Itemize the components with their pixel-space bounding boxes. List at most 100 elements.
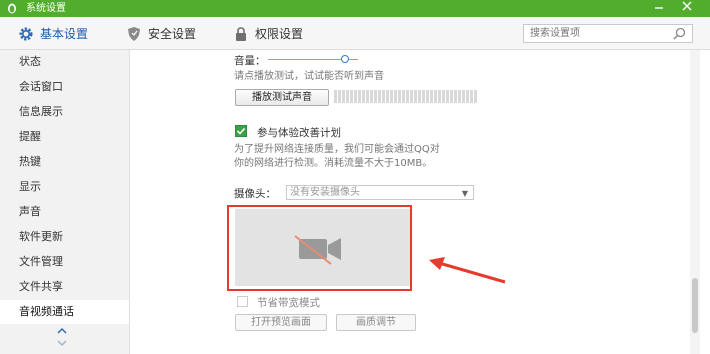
sidebar-item-label: 提醒 <box>19 130 41 143</box>
camera-label: 摄像头： <box>234 188 276 200</box>
lock-icon <box>236 26 246 41</box>
experience-program-label: 参与体验改善计划 <box>257 127 341 139</box>
meter-segment <box>358 90 361 103</box>
title-bar: 系统设置 <box>0 0 710 17</box>
sidebar-item-label: 热键 <box>19 155 41 168</box>
sidebar-item-label: 音视频通话 <box>19 305 74 318</box>
meter-segment <box>334 90 337 103</box>
meter-segment <box>362 90 365 103</box>
meter-segment <box>450 90 453 103</box>
penguin-app-icon <box>8 3 16 14</box>
meter-segment <box>458 90 461 103</box>
meter-segment <box>402 90 405 103</box>
meter-segment <box>470 90 473 103</box>
sidebar-item-info-display[interactable]: 信息展示 <box>0 100 129 124</box>
tab-label: 基本设置 <box>40 27 89 41</box>
meter-segment <box>454 90 457 103</box>
close-button[interactable] <box>680 1 694 15</box>
sidebar-item-chat-window[interactable]: 会话窗口 <box>0 75 129 99</box>
sidebar-item-label: 显示 <box>19 180 41 193</box>
sidebar-item-file-management[interactable]: 文件管理 <box>0 250 129 274</box>
meter-segment <box>354 90 357 103</box>
meter-segment <box>342 90 345 103</box>
play-test-hint: 请点播放测试，试试能否听到声音 <box>234 71 384 82</box>
sound-level-meter <box>334 90 477 103</box>
meter-segment <box>442 90 445 103</box>
meter-segment <box>406 90 409 103</box>
search-icon[interactable] <box>673 27 686 40</box>
meter-segment <box>338 90 341 103</box>
settings-sidebar: 状态 会话窗口 信息展示 提醒 热键 显示 声音 软件更新 文件管理 文件共享 … <box>0 50 130 354</box>
meter-segment <box>370 90 373 103</box>
bandwidth-saving-label: 节省带宽模式 <box>257 297 320 309</box>
sidebar-item-label: 声音 <box>19 205 41 218</box>
settings-tab-bar: 基本设置 安全设置 权限设置 <box>0 17 710 50</box>
volume-label: 音量： <box>234 55 266 67</box>
play-test-sound-button[interactable]: 播放测试声音 <box>235 89 329 106</box>
experience-program-desc: 为了提升网络连接质量，我们可能会通过QQ对 <box>234 144 440 155</box>
search-input[interactable] <box>524 25 664 42</box>
settings-search-box[interactable] <box>523 24 693 43</box>
experience-program-checkbox[interactable] <box>235 125 247 137</box>
meter-segment <box>394 90 397 103</box>
volume-slider-knob[interactable] <box>340 55 349 63</box>
highlight-box-annotation <box>227 205 412 291</box>
annotation-arrow-icon <box>429 257 506 284</box>
shield-icon <box>128 26 140 41</box>
meter-segment <box>350 90 353 103</box>
window-title: 系统设置 <box>26 3 66 14</box>
sidebar-item-sound[interactable]: 声音 <box>0 200 129 224</box>
sidebar-item-status[interactable]: 状态 <box>0 50 129 74</box>
minimize-icon <box>655 7 663 9</box>
sidebar-item-reminder[interactable]: 提醒 <box>0 125 129 149</box>
meter-segment <box>410 90 413 103</box>
meter-segment <box>366 90 369 103</box>
quality-adjust-button[interactable]: 画质调节 <box>336 314 416 331</box>
sidebar-item-label: 状态 <box>19 55 41 68</box>
meter-segment <box>418 90 421 103</box>
bandwidth-saving-checkbox[interactable] <box>237 296 248 307</box>
open-preview-button[interactable]: 打开预览画面 <box>235 314 327 331</box>
sidebar-item-file-sharing[interactable]: 文件共享 <box>0 275 129 299</box>
chevron-up-icon[interactable] <box>56 326 68 336</box>
sidebar-item-label: 会话窗口 <box>19 80 63 93</box>
meter-segment <box>346 90 349 103</box>
meter-segment <box>390 90 393 103</box>
sidebar-item-label: 软件更新 <box>19 230 63 243</box>
sidebar-item-display[interactable]: 显示 <box>0 175 129 199</box>
meter-segment <box>398 90 401 103</box>
sidebar-item-label: 文件共享 <box>19 280 63 293</box>
meter-segment <box>386 90 389 103</box>
camera-select[interactable]: 没有安装摄像头 ▼ <box>286 185 474 200</box>
gear-icon <box>19 27 33 40</box>
meter-segment <box>374 90 377 103</box>
meter-segment <box>446 90 449 103</box>
meter-segment <box>426 90 429 103</box>
chevron-down-icon[interactable] <box>56 338 68 348</box>
tab-basic-settings[interactable]: 基本设置 <box>18 17 88 50</box>
tab-permission-settings[interactable]: 权限设置 <box>233 17 303 50</box>
meter-segment <box>434 90 437 103</box>
sidebar-item-label: 文件管理 <box>19 255 63 268</box>
checkmark-icon <box>236 127 246 135</box>
camera-select-value: 没有安装摄像头 <box>290 187 360 198</box>
tab-label: 权限设置 <box>255 27 304 41</box>
meter-segment <box>414 90 417 103</box>
meter-segment <box>378 90 381 103</box>
sidebar-item-label: 信息展示 <box>19 105 63 118</box>
dropdown-caret-icon: ▼ <box>461 189 468 198</box>
meter-segment <box>422 90 425 103</box>
sidebar-item-hotkeys[interactable]: 热键 <box>0 150 129 174</box>
tab-security-settings[interactable]: 安全设置 <box>126 17 196 50</box>
sidebar-item-av-call[interactable]: 音视频通话 <box>0 300 129 324</box>
sidebar-item-software-update[interactable]: 软件更新 <box>0 225 129 249</box>
experience-program-desc: 你的网络进行检测。消耗流量不大于10MB。 <box>234 158 433 169</box>
minimize-button[interactable] <box>652 1 666 15</box>
meter-segment <box>474 90 477 103</box>
scrollbar-thumb[interactable] <box>692 278 698 333</box>
meter-segment <box>462 90 465 103</box>
meter-segment <box>466 90 469 103</box>
close-icon <box>682 1 692 11</box>
meter-segment <box>438 90 441 103</box>
settings-content-panel: 音量： 请点播放测试，试试能否听到声音 播放测试声音 参与体验改善计划 为了提升… <box>131 50 710 354</box>
